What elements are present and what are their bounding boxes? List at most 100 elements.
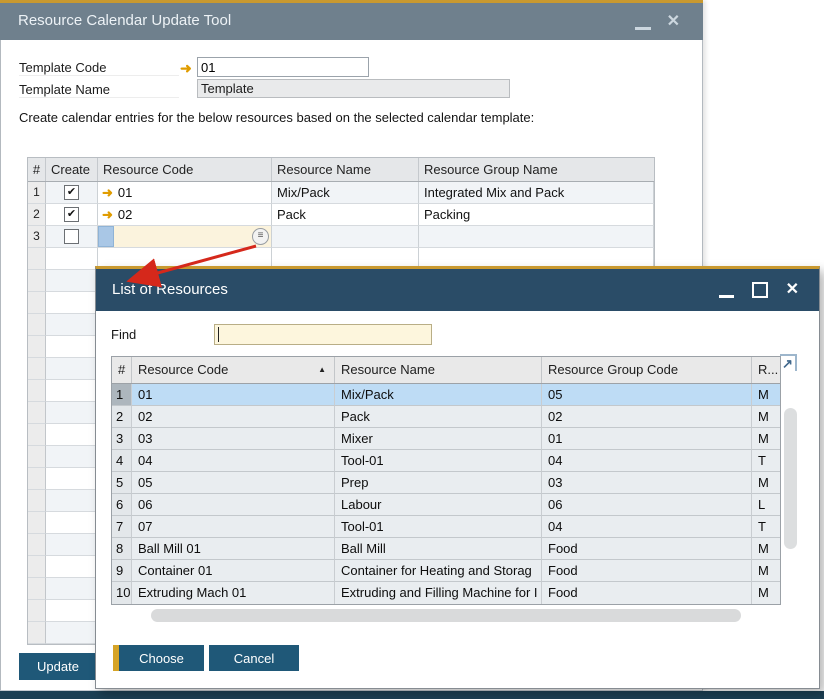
resource-name-cell[interactable]: Tool-01	[335, 516, 542, 538]
resource-code-cell[interactable]: Ball Mill 01	[132, 538, 335, 560]
column-header-resource-code[interactable]: Resource Code ▲	[132, 357, 335, 383]
create-cell[interactable]	[46, 468, 98, 490]
create-cell[interactable]	[46, 358, 98, 380]
resource-type-cell[interactable]: M	[752, 560, 780, 582]
resource-code-cell[interactable]: 04	[132, 450, 335, 472]
resource-code-cell[interactable]: 02	[132, 406, 335, 428]
resource-code-cell[interactable]: Container 01	[132, 560, 335, 582]
column-header-create[interactable]: Create	[46, 158, 98, 181]
choose-button[interactable]: Choose	[119, 645, 204, 671]
create-cell[interactable]	[46, 534, 98, 556]
link-arrow-icon[interactable]: ➜	[180, 61, 192, 75]
vertical-scrollbar-thumb[interactable]	[784, 408, 797, 549]
list-row[interactable]: 505Prep03M	[112, 472, 780, 494]
resource-code-input[interactable]: ≡	[114, 226, 271, 247]
resource-name-cell[interactable]: Pack	[272, 204, 419, 226]
resource-group-code-cell[interactable]: Food	[542, 538, 752, 560]
resource-code-cell[interactable]: 01	[132, 384, 335, 406]
list-row[interactable]: 101Mix/Pack05M	[112, 384, 780, 406]
resource-group-code-cell[interactable]: Food	[542, 582, 752, 604]
resource-code-cell[interactable]: ≡	[98, 226, 272, 248]
resource-code-cell[interactable]: 06	[132, 494, 335, 516]
list-row[interactable]: 202Pack02M	[112, 406, 780, 428]
resource-name-cell[interactable]: Container for Heating and Storag	[335, 560, 542, 582]
dialog-titlebar[interactable]: List of Resources	[96, 269, 819, 311]
link-arrow-icon[interactable]: ➜	[102, 204, 113, 225]
resource-group-cell[interactable]: Packing	[419, 204, 654, 226]
expand-table-icon[interactable]: ↗	[780, 354, 797, 371]
main-window-titlebar[interactable]: Resource Calendar Update Tool	[0, 0, 703, 40]
resource-type-cell[interactable]: M	[752, 428, 780, 450]
create-cell[interactable]: ✔	[46, 204, 98, 226]
resource-group-code-cell[interactable]: Food	[542, 560, 752, 582]
resource-code-cell[interactable]: 05	[132, 472, 335, 494]
column-header-resource-group-code[interactable]: Resource Group Code	[542, 357, 752, 383]
create-cell[interactable]	[46, 248, 98, 270]
resource-code-cell[interactable]: 03	[132, 428, 335, 450]
row-number[interactable]: 1	[112, 384, 132, 406]
resource-name-cell[interactable]: Prep	[335, 472, 542, 494]
create-cell[interactable]	[46, 490, 98, 512]
resource-type-cell[interactable]: T	[752, 450, 780, 472]
create-cell[interactable]	[46, 600, 98, 622]
resource-name-cell[interactable]: Mixer	[335, 428, 542, 450]
link-arrow-icon[interactable]: ➜	[102, 182, 113, 203]
list-row[interactable]: 8Ball Mill 01Ball MillFoodM	[112, 538, 780, 560]
column-header-num[interactable]: #	[112, 357, 132, 383]
resource-group-code-cell[interactable]: 03	[542, 472, 752, 494]
column-header-resource-code[interactable]: Resource Code	[98, 158, 272, 181]
list-row[interactable]: 707Tool-0104T	[112, 516, 780, 538]
create-cell[interactable]	[46, 446, 98, 468]
cancel-button[interactable]: Cancel	[209, 645, 299, 671]
minimize-icon[interactable]	[635, 27, 651, 30]
resource-name-cell[interactable]: Mix/Pack	[272, 182, 419, 204]
row-number[interactable]: 5	[112, 472, 132, 494]
row-number[interactable]: 6	[112, 494, 132, 516]
list-row[interactable]: 606Labour06L	[112, 494, 780, 516]
create-cell[interactable]	[46, 314, 98, 336]
resource-type-cell[interactable]: M	[752, 406, 780, 428]
list-row[interactable]: 10Extruding Mach 01Extruding and Filling…	[112, 582, 780, 604]
close-icon[interactable]: ✕	[667, 14, 680, 30]
close-icon[interactable]: ✕	[786, 282, 799, 298]
template-code-input[interactable]	[197, 57, 369, 77]
create-cell[interactable]	[46, 424, 98, 446]
create-cell[interactable]	[46, 292, 98, 314]
create-cell[interactable]	[46, 226, 98, 248]
list-row[interactable]: 303Mixer01M	[112, 428, 780, 450]
table-row[interactable]: 2✔➜02PackPacking	[28, 204, 654, 226]
update-button[interactable]: Update	[19, 653, 97, 680]
resource-name-cell[interactable]: Pack	[335, 406, 542, 428]
column-header-resource-name[interactable]: Resource Name	[335, 357, 542, 383]
maximize-icon[interactable]	[752, 282, 768, 298]
create-cell[interactable]	[46, 270, 98, 292]
create-checkbox[interactable]: ✔	[64, 207, 79, 222]
resource-type-cell[interactable]: M	[752, 538, 780, 560]
row-number[interactable]: 3	[112, 428, 132, 450]
create-cell[interactable]	[46, 336, 98, 358]
row-number[interactable]: 8	[112, 538, 132, 560]
create-cell[interactable]	[46, 556, 98, 578]
column-header-resource-group-name[interactable]: Resource Group Name	[419, 158, 654, 181]
resource-type-cell[interactable]: M	[752, 384, 780, 406]
resource-group-cell[interactable]: Integrated Mix and Pack	[419, 182, 654, 204]
resource-group-code-cell[interactable]: 02	[542, 406, 752, 428]
resource-code-cell[interactable]: Extruding Mach 01	[132, 582, 335, 604]
choose-from-list-icon[interactable]: ≡	[252, 228, 269, 245]
resource-type-cell[interactable]: M	[752, 582, 780, 604]
row-number[interactable]: 4	[112, 450, 132, 472]
resource-type-cell[interactable]: M	[752, 472, 780, 494]
resource-type-cell[interactable]: L	[752, 494, 780, 516]
create-cell[interactable]	[46, 402, 98, 424]
create-checkbox[interactable]: ✔	[64, 185, 79, 200]
list-row[interactable]: 404Tool-0104T	[112, 450, 780, 472]
row-number[interactable]: 2	[112, 406, 132, 428]
find-input[interactable]	[214, 324, 432, 345]
create-cell[interactable]	[46, 380, 98, 402]
create-cell[interactable]: ✔	[46, 182, 98, 204]
resource-name-cell[interactable]: Labour	[335, 494, 542, 516]
resource-name-cell[interactable]	[272, 226, 419, 248]
horizontal-scrollbar-thumb[interactable]	[151, 609, 741, 622]
resource-name-cell[interactable]: Tool-01	[335, 450, 542, 472]
resource-group-code-cell[interactable]: 04	[542, 516, 752, 538]
